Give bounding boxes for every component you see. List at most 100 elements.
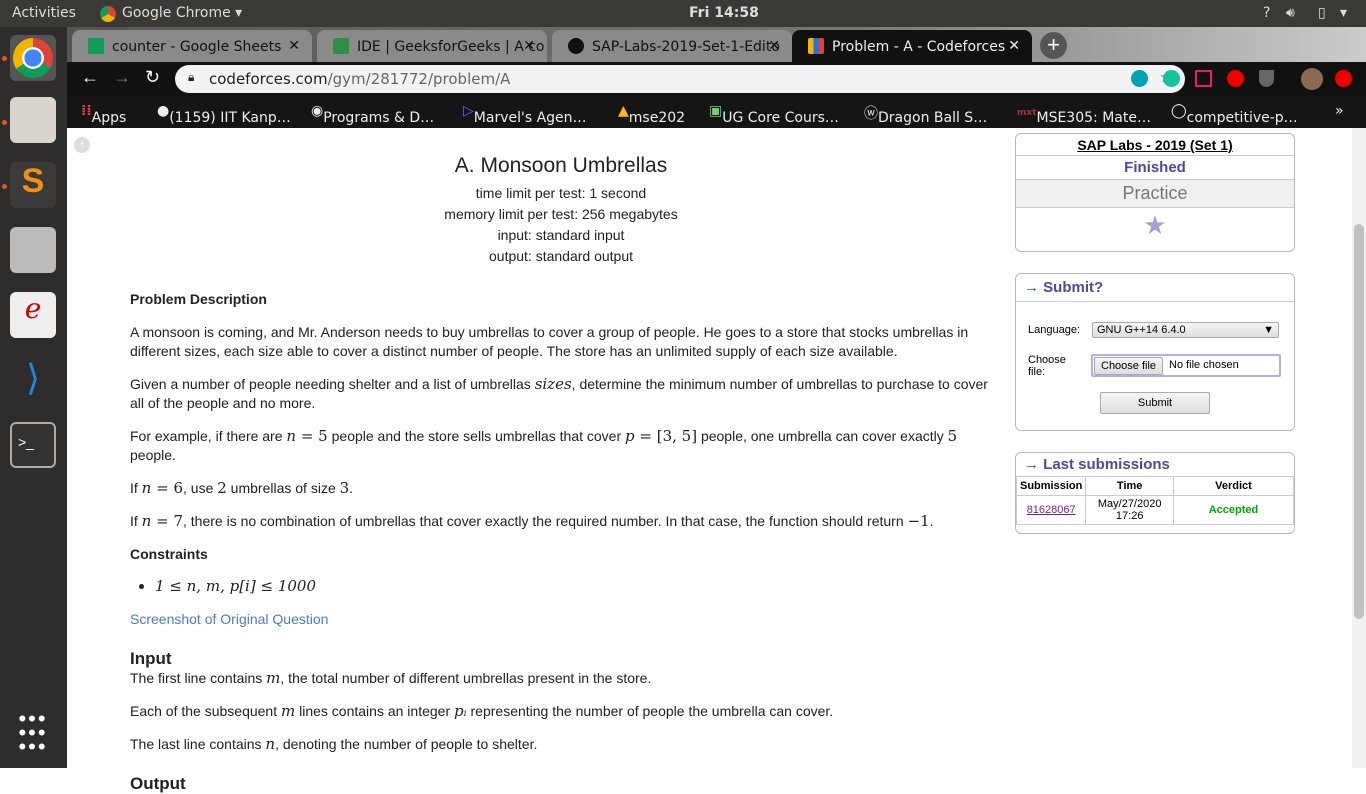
paragraph: The first line contains m, the total num… (130, 669, 652, 687)
back-icon[interactable]: ← (81, 67, 99, 88)
paragraph: If n = 6, use 2 umbrellas of size 3. (130, 479, 354, 497)
files-launcher[interactable] (10, 97, 56, 143)
bookmarks-bar: ⁞⁞ Apps ● (1159) IIT Kanp… ◉ Programs & … (67, 96, 1366, 128)
bookmark-apps[interactable]: ⁞⁞ Apps (81, 103, 126, 126)
time-limit: time limit per test: 1 second (475, 185, 647, 201)
bookmark-item[interactable]: ▲ mse202 (618, 103, 685, 126)
reload-icon[interactable]: ↻ (145, 67, 160, 88)
choose-file-button[interactable]: Choose file (1094, 357, 1164, 375)
bookmark-item[interactable]: ◯ competitive-p… (1171, 103, 1298, 126)
update-icon[interactable] (1335, 70, 1352, 87)
scroll-up-icon[interactable]: ↑ (74, 137, 90, 153)
paragraph: Given a number of people needing shelter… (130, 375, 988, 411)
contest-mode: Practice (1016, 179, 1294, 207)
app-menu[interactable]: Google Chrome ▾ (122, 5, 242, 21)
system-top-bar: Activities Google Chrome ▾ Fri 14:58 ? 🔊… (0, 0, 1366, 27)
column-header: Submission (1015, 476, 1087, 496)
bookmark-item[interactable]: mxt MSE305: Mate… (1017, 103, 1151, 126)
chrome-launcher[interactable] (10, 35, 56, 81)
new-tab-button[interactable]: + (1040, 32, 1067, 59)
document-viewer-launcher[interactable]: ℯ (10, 292, 56, 338)
bookmark-item[interactable]: ● (1159) IIT Kanp… (157, 103, 291, 126)
output-spec: output: standard output (489, 248, 633, 264)
terminal-launcher[interactable]: >_ (10, 422, 56, 468)
submit-box: → Submit? Language: GNU G++14 6.4.0 ▼ Cho… (1015, 273, 1295, 431)
submit-button[interactable]: Submit (1100, 392, 1210, 414)
address-bar[interactable]: 🔒︎codeforces.com/gym/281772/problem/A☆ (175, 65, 1185, 93)
file-status: No file chosen (1169, 359, 1239, 371)
tab-strip: counter - Google Sheets ✕ IDE | GeeksforG… (67, 27, 1366, 62)
input-spec: input: standard input (497, 227, 625, 243)
vscode-launcher[interactable]: ⟩ (10, 357, 56, 403)
activities-button[interactable]: Activities (12, 5, 76, 21)
scrollbar[interactable] (1352, 128, 1366, 768)
dock: S ℯ ⟩ >_ ••• ••• ••• (0, 27, 67, 768)
adblock-icon[interactable] (1227, 70, 1244, 87)
last-submissions-title: → Last submissions (1024, 456, 1170, 473)
screenshot-link[interactable]: Screenshot of Original Question (130, 611, 328, 627)
help-icon[interactable]: ? (1263, 5, 1270, 21)
shield-icon[interactable] (1259, 70, 1274, 87)
file-input[interactable]: Choose file No file chosen (1091, 354, 1281, 377)
forward-icon[interactable]: → (113, 67, 131, 88)
grammarly-icon[interactable] (1163, 70, 1180, 87)
verdict: Accepted (1173, 495, 1294, 525)
lock-icon: 🔒︎ (188, 70, 195, 84)
tab-geeksforgeeks[interactable]: IDE | GeeksforGeeks | A co ✕ (317, 30, 547, 62)
clock[interactable]: Fri 14:58 (689, 5, 759, 21)
submission-link[interactable]: 81628067 (1027, 504, 1076, 516)
section-heading: Constraints (130, 546, 208, 562)
extension-icon[interactable] (1131, 70, 1148, 87)
bookmark-item[interactable]: ▷ Marvel's Agen… (463, 103, 587, 126)
language-label: Language: (1028, 324, 1080, 336)
paragraph: A monsoon is coming, and Mr. Anderson ne… (130, 324, 969, 359)
paragraph: Each of the subsequent m lines contains … (130, 702, 834, 720)
page-content: ↑ A. Monsoon Umbrellas time limit per te… (67, 128, 1352, 793)
system-menu-icon[interactable]: ▾ (1340, 5, 1347, 21)
browser-toolbar: ← → ↻ 🔒︎ codeforces.com/gym/281772/proble… (67, 62, 1366, 96)
problem-statement: A. Monsoon Umbrellas time limit per test… (130, 128, 992, 794)
language-select[interactable]: GNU G++14 6.4.0 ▼ (1092, 322, 1279, 338)
sublime-launcher[interactable]: S (10, 162, 56, 208)
close-tab-icon[interactable]: ✕ (1008, 38, 1020, 54)
column-header: Verdict (1173, 476, 1294, 496)
bookmark-item[interactable]: ◉ Programs & D… (311, 103, 434, 126)
paragraph: If n = 7, there is no combination of umb… (130, 512, 934, 530)
show-apps-icon[interactable]: ••• ••• ••• (10, 708, 56, 758)
contest-link[interactable]: SAP Labs - 2019 (Set 1) (1016, 134, 1294, 155)
bookmarks-overflow[interactable]: » (1335, 103, 1344, 119)
bookmark-item[interactable]: ⓦ Dragon Ball S… (864, 103, 987, 126)
close-tab-icon[interactable]: ✕ (768, 38, 780, 54)
section-heading: Output (130, 774, 186, 793)
submit-title: → Submit? (1016, 274, 1294, 302)
contest-status: Finished (1016, 155, 1294, 179)
chrome-icon (100, 6, 116, 22)
table-row: 81628067 May/27/2020 17:26 Accepted (1015, 495, 1294, 525)
tab-codeforces[interactable]: Problem - A - Codeforces ✕ (792, 30, 1032, 62)
contest-info-box: SAP Labs - 2019 (Set 1) Finished Practic… (1015, 133, 1295, 252)
submissions-table: Submission Time Verdict 81628067 May/27/202… (1015, 476, 1294, 525)
bookmark-item[interactable]: ▣ UG Core Cours… (709, 103, 839, 126)
paragraph: The last line contains n, denoting the n… (130, 735, 538, 753)
memory-limit: memory limit per test: 256 megabytes (444, 206, 678, 222)
problem-title: A. Monsoon Umbrellas (454, 154, 668, 177)
tab-github[interactable]: SAP-Labs-2019-Set-1-Edito ✕ (552, 30, 792, 62)
favorite-star-icon[interactable]: ★ (1016, 207, 1294, 243)
submission-time: May/27/2020 17:26 (1085, 495, 1174, 525)
paragraph: For example, if there are n = 5 people a… (130, 427, 958, 463)
constraint-item: 1 ≤ n, m, p[i] ≤ 1000 (155, 577, 992, 596)
section-heading: Problem Description (130, 291, 267, 307)
column-header: Time (1085, 476, 1174, 496)
avatar[interactable] (1301, 68, 1323, 90)
file-label: Choose file: (1028, 354, 1066, 378)
close-tab-icon[interactable]: ✕ (523, 38, 535, 54)
scrollbar-thumb[interactable] (1354, 224, 1364, 619)
camera-launcher[interactable] (10, 227, 56, 273)
battery-icon[interactable]: ▯ (1318, 5, 1326, 21)
extension-icon[interactable] (1195, 70, 1212, 87)
section-heading: Input (130, 649, 172, 668)
tab-google-sheets[interactable]: counter - Google Sheets ✕ (72, 30, 312, 62)
volume-icon[interactable]: 🔊︎ (1286, 5, 1295, 21)
last-submissions-box: → Last submissions Submission Time Verdict… (1015, 452, 1295, 534)
close-tab-icon[interactable]: ✕ (288, 38, 300, 54)
